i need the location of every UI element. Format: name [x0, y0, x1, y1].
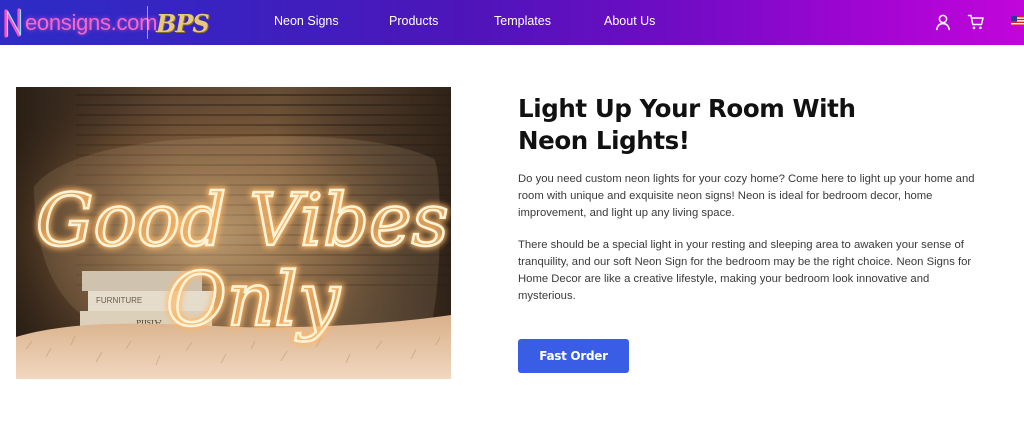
neon-n-logo-icon — [4, 8, 22, 38]
book-spine-text: FURNITURE — [96, 296, 142, 305]
nav-neon-signs[interactable]: Neon Signs — [274, 14, 339, 28]
bps-logo[interactable]: BPS — [156, 9, 210, 38]
neon-text-good-vibes: Good Vibes — [36, 178, 449, 262]
hero-image-good-vibes-neon: FURNITURE Aisha Good Vibes Only Good Vib… — [16, 87, 451, 379]
nav-about-us[interactable]: About Us — [604, 14, 655, 28]
user-icon[interactable] — [934, 13, 952, 31]
logo-text: eonsigns.com — [25, 10, 158, 35]
cart-icon[interactable] — [967, 13, 985, 31]
nav-templates[interactable]: Templates — [494, 14, 551, 28]
nav-products[interactable]: Products — [389, 14, 438, 28]
fast-order-button[interactable]: Fast Order — [518, 339, 629, 373]
us-flag-icon[interactable] — [1011, 16, 1024, 26]
hero-headline: Light Up Your Room With Neon Lights! — [518, 93, 938, 157]
neon-text-only: Only — [166, 257, 341, 343]
site-header: eonsigns.com BPS Neon Signs Products Tem… — [0, 0, 1024, 45]
intro-paragraph: Do you need custom neon lights for your … — [518, 173, 975, 219]
neonsigns-logo[interactable]: eonsigns.com — [2, 3, 157, 43]
headline-line-1: Light Up Your Room With — [518, 94, 856, 123]
logo-divider — [147, 6, 148, 39]
headline-line-2: Neon Lights! — [518, 126, 690, 155]
bedroom-paragraph: There should be a special light in your … — [518, 239, 972, 302]
good-vibes-neon-photo: FURNITURE Aisha Good Vibes Only Good Vib… — [16, 87, 451, 379]
